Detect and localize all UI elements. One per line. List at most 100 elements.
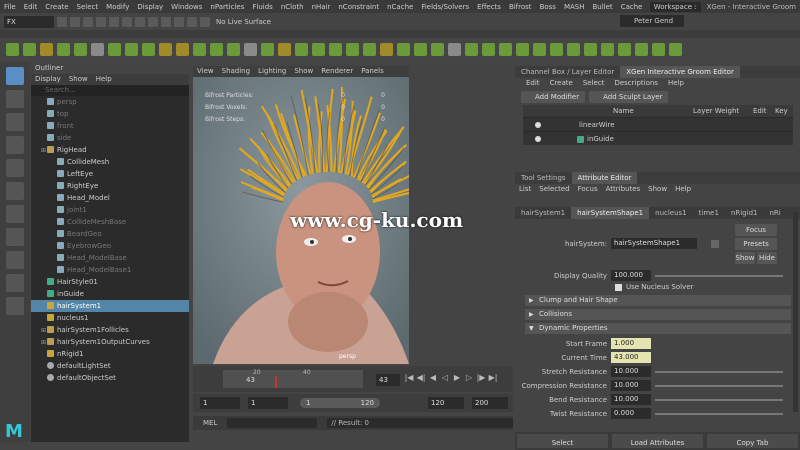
- menu-nconstraint[interactable]: nConstraint: [334, 3, 383, 11]
- list-item[interactable]: ⊞ RigHead: [31, 144, 189, 156]
- shelf-tool-icon[interactable]: [448, 42, 461, 56]
- section-dynamic-properties[interactable]: ▼ Dynamic Properties: [525, 323, 791, 334]
- shelf-tool-icon[interactable]: [431, 42, 444, 56]
- shelf-tool-icon[interactable]: [74, 42, 87, 56]
- menu-nhair[interactable]: nHair: [308, 3, 335, 11]
- workspace-label[interactable]: Workspace :: [649, 1, 701, 12]
- shelf-tool-icon[interactable]: [550, 42, 563, 56]
- shelf-tool-icon[interactable]: [142, 42, 155, 56]
- node-tab[interactable]: time1: [693, 207, 725, 219]
- shelf-tool-icon[interactable]: [584, 42, 597, 56]
- list-item[interactable]: CollideMeshBase: [31, 216, 189, 228]
- menu-cache[interactable]: Cache: [617, 3, 647, 11]
- list-item[interactable]: LeftEye: [31, 168, 189, 180]
- show-button[interactable]: Show: [735, 252, 755, 264]
- select-button[interactable]: Select: [517, 434, 608, 448]
- time-ticks[interactable]: 20 40: [223, 369, 363, 388]
- go-start-icon[interactable]: |◀: [404, 372, 414, 384]
- attr-field-input[interactable]: 0.000: [611, 408, 651, 419]
- select-component-icon[interactable]: [148, 16, 158, 27]
- menu-modify[interactable]: Modify: [102, 3, 133, 11]
- shelf-tool-icon[interactable]: [6, 42, 19, 56]
- attr-field-slider[interactable]: [655, 398, 783, 401]
- node-tab[interactable]: nRigid1: [725, 207, 764, 219]
- time-cursor[interactable]: [275, 376, 277, 388]
- layer-row[interactable]: inGuide: [523, 131, 793, 145]
- go-end-icon[interactable]: ▶|: [488, 372, 498, 384]
- menu-ncache[interactable]: nCache: [383, 3, 417, 11]
- copy-tab-button[interactable]: Copy Tab: [707, 434, 798, 448]
- list-item[interactable]: RightEye: [31, 180, 189, 192]
- menu-bullet[interactable]: Bullet: [589, 3, 617, 11]
- layout-two-icon[interactable]: [6, 274, 24, 292]
- select-tool-icon[interactable]: [6, 67, 24, 85]
- xgen-menu-select[interactable]: Select: [578, 78, 610, 89]
- menu-fluids[interactable]: Fluids: [248, 3, 276, 11]
- shelf-tool-icon[interactable]: [601, 42, 614, 56]
- viewport-menu-lighting[interactable]: Lighting: [254, 66, 290, 77]
- playback-end-field[interactable]: 120: [428, 397, 464, 409]
- step-forward-key-icon[interactable]: |▶: [476, 372, 486, 384]
- redo-icon[interactable]: [109, 16, 119, 27]
- end-time-field[interactable]: 200: [472, 397, 508, 409]
- open-scene-icon[interactable]: [70, 16, 80, 27]
- list-item[interactable]: ⊞ hairSystem1Follicles: [31, 324, 189, 336]
- list-item[interactable]: nRigid1: [31, 348, 189, 360]
- menu-ncloth[interactable]: nCloth: [277, 3, 308, 11]
- list-item[interactable]: side: [31, 132, 189, 144]
- play-back-icon[interactable]: ◁: [440, 372, 450, 384]
- list-item[interactable]: EyebrowGeo: [31, 240, 189, 252]
- save-scene-icon[interactable]: [83, 16, 93, 27]
- shelf-tool-icon[interactable]: [57, 42, 70, 56]
- shelf-tool-icon[interactable]: [125, 42, 138, 56]
- shelf-tool-icon[interactable]: [227, 42, 240, 56]
- menu-mash[interactable]: MASH: [560, 3, 589, 11]
- step-back-icon[interactable]: ◀: [428, 372, 438, 384]
- lasso-tool-icon[interactable]: [6, 90, 24, 108]
- list-item[interactable]: inGuide: [31, 288, 189, 300]
- attr-menu-focus[interactable]: Focus: [574, 184, 602, 195]
- outliner-menu-help[interactable]: Help: [92, 74, 116, 85]
- shelf-tool-icon[interactable]: [397, 42, 410, 56]
- menu-bifrost[interactable]: Bifrost: [505, 3, 536, 11]
- shelf-tool-icon[interactable]: [516, 42, 529, 56]
- layout-four-icon[interactable]: [6, 251, 24, 269]
- mel-label[interactable]: MEL: [193, 419, 227, 427]
- paint-select-icon[interactable]: [6, 113, 24, 131]
- attr-field-slider[interactable]: [655, 384, 783, 387]
- hide-button[interactable]: Hide: [757, 252, 777, 264]
- display-quality-field[interactable]: 100.000: [611, 270, 651, 281]
- list-item[interactable]: nucleus1: [31, 312, 189, 324]
- visibility-icon[interactable]: [535, 122, 541, 128]
- shelf-tool-icon[interactable]: [210, 42, 223, 56]
- list-item[interactable]: Head_Model: [31, 192, 189, 204]
- viewport-menu-show[interactable]: Show: [290, 66, 317, 77]
- outliner-layout-icon[interactable]: [6, 297, 24, 315]
- move-tool-icon[interactable]: [6, 136, 24, 154]
- tab-tool-settings[interactable]: Tool Settings: [515, 172, 572, 184]
- list-item[interactable]: top: [31, 108, 189, 120]
- current-frame-field[interactable]: 43: [376, 374, 400, 386]
- attr-scrollbar[interactable]: [793, 212, 798, 412]
- presets-button[interactable]: Presets: [735, 238, 777, 250]
- outliner-menu-display[interactable]: Display: [31, 74, 65, 85]
- shelf-tool-icon[interactable]: [482, 42, 495, 56]
- menu-file[interactable]: File: [0, 3, 20, 11]
- select-object-icon[interactable]: [135, 16, 145, 27]
- list-item[interactable]: joint1: [31, 204, 189, 216]
- attr-menu-attributes[interactable]: Attributes: [602, 184, 645, 195]
- snap-point-icon[interactable]: [187, 16, 197, 27]
- tab-attribute-editor[interactable]: Attribute Editor: [571, 172, 638, 184]
- menu-effects[interactable]: Effects: [473, 3, 505, 11]
- attr-field-input[interactable]: 43.000: [611, 352, 651, 363]
- show-manipulator-icon[interactable]: [6, 205, 24, 223]
- shelf-tool-icon[interactable]: [567, 42, 580, 56]
- select-hierarchy-icon[interactable]: [122, 16, 132, 27]
- attr-field-input[interactable]: 10.000: [611, 394, 651, 405]
- layer-row[interactable]: linearWire: [523, 117, 793, 131]
- playback-start-field[interactable]: 1: [248, 397, 288, 409]
- menu-create[interactable]: Create: [41, 3, 72, 11]
- shelf-tool-icon[interactable]: [295, 42, 308, 56]
- list-item[interactable]: hairSystem1: [31, 300, 189, 312]
- add-modifier-button[interactable]: Add Modifier: [521, 91, 586, 103]
